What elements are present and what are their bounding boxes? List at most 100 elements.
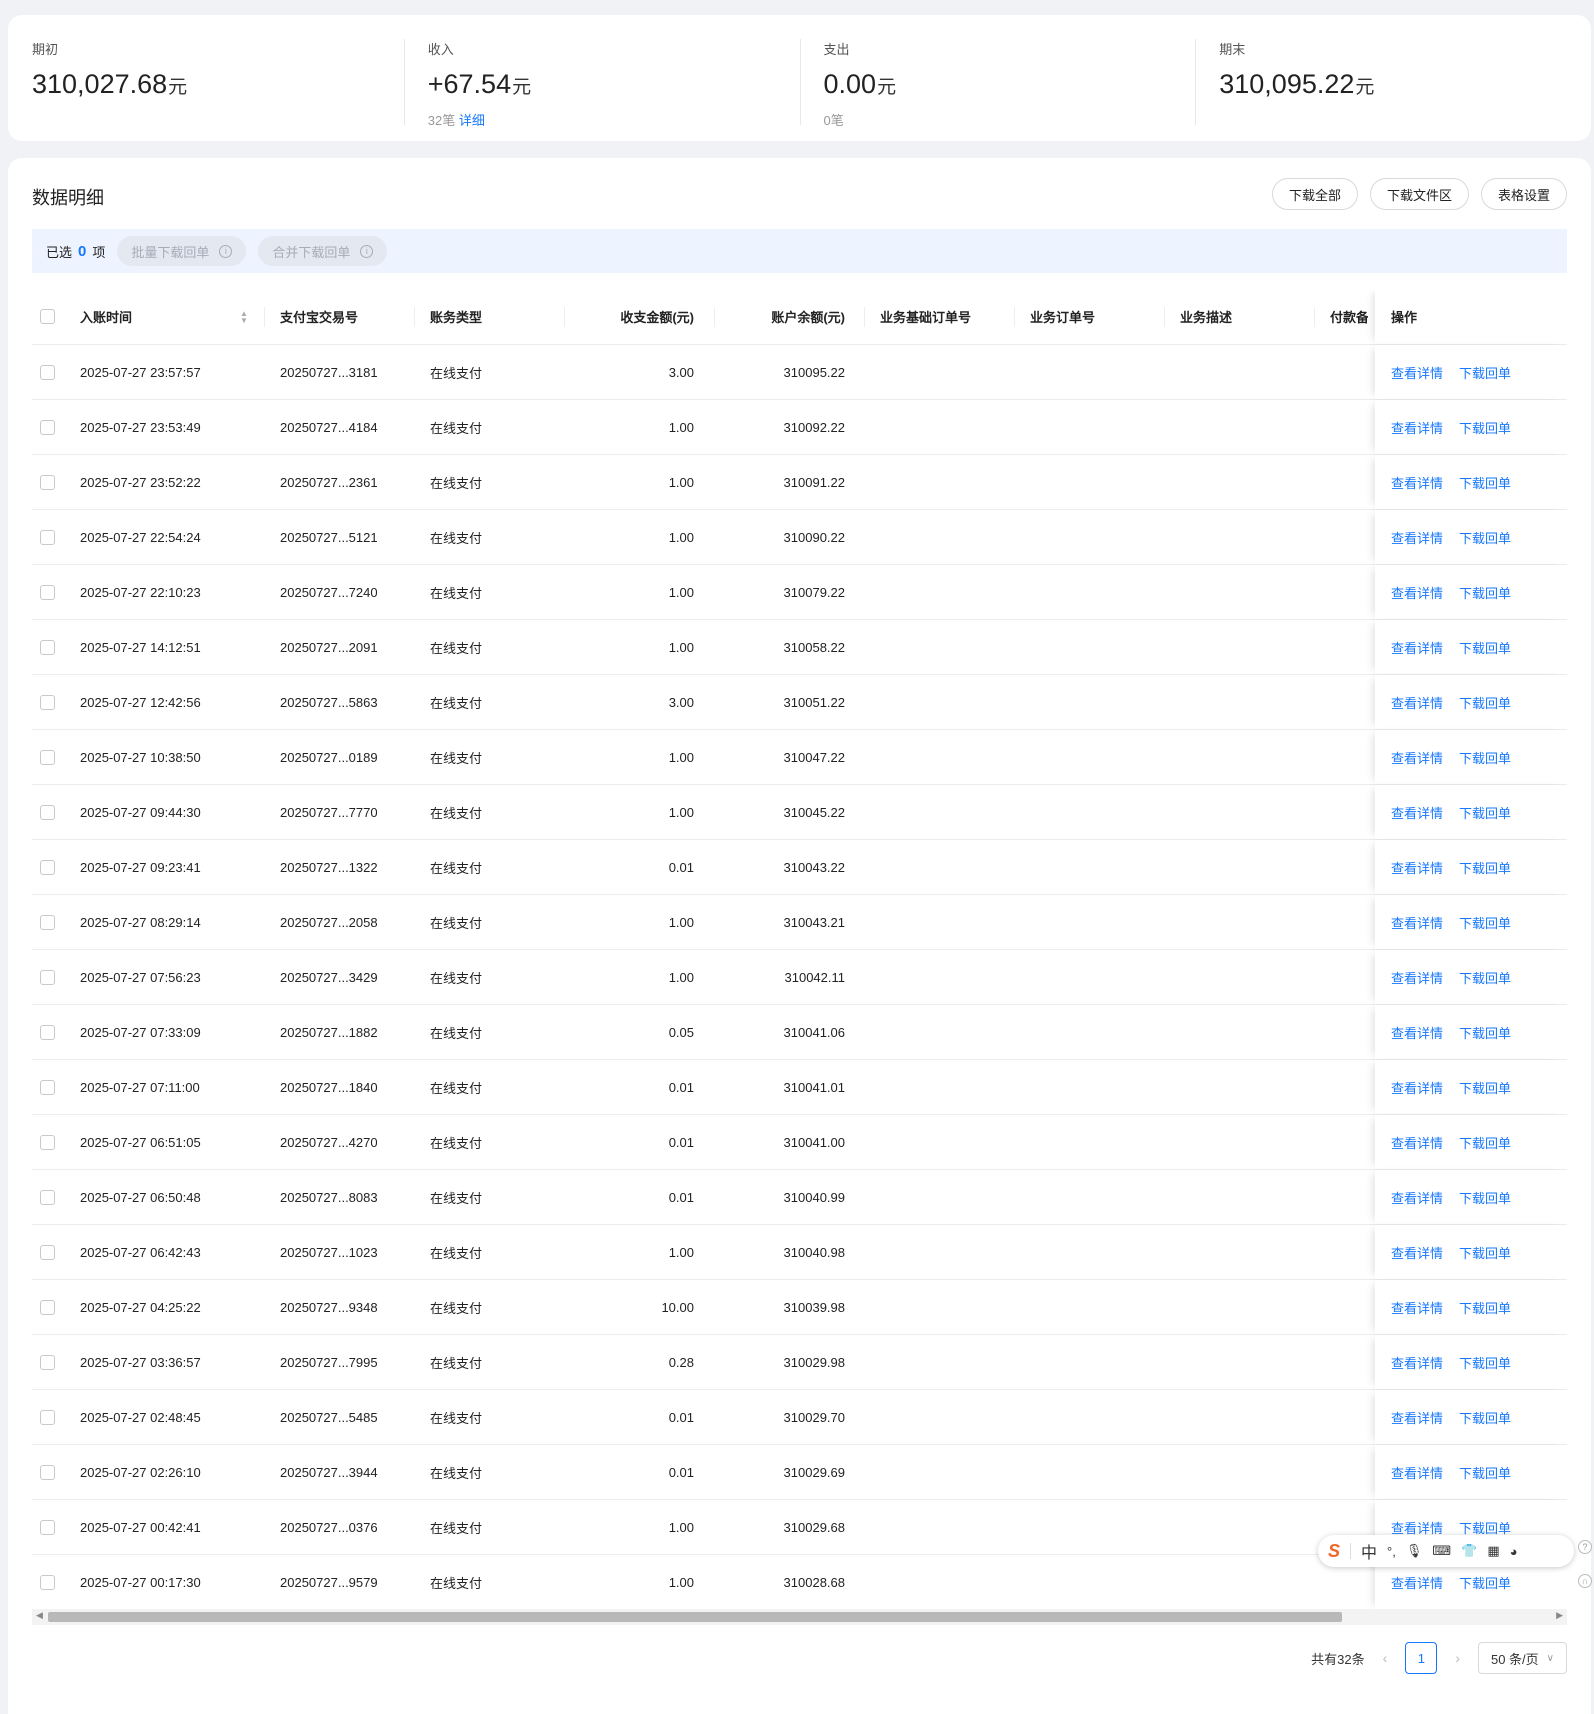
info-icon[interactable]: i — [219, 244, 233, 258]
download-receipt-link[interactable]: 下载回单 — [1459, 1023, 1511, 1042]
view-detail-link[interactable]: 查看详情 — [1391, 1518, 1443, 1537]
view-detail-link[interactable]: 查看详情 — [1391, 638, 1443, 657]
headset-icon[interactable]: ∩ — [1578, 1574, 1592, 1588]
horizontal-scrollbar[interactable]: ◀ ▶ — [32, 1609, 1567, 1625]
view-detail-link[interactable]: 查看详情 — [1391, 1408, 1443, 1427]
download-receipt-link[interactable]: 下载回单 — [1459, 473, 1511, 492]
help-icon[interactable]: ? — [1578, 1540, 1592, 1554]
download-receipt-link[interactable]: 下载回单 — [1459, 1243, 1511, 1262]
merge-download-button[interactable]: 合并下载回单 i — [258, 236, 388, 266]
page-size-select[interactable]: 50 条/页 ∨ — [1477, 1642, 1567, 1674]
row-checkbox[interactable] — [40, 969, 55, 985]
download-receipt-link[interactable]: 下载回单 — [1459, 913, 1511, 932]
download-center-button[interactable]: 下载文件区 — [1369, 178, 1469, 210]
ime-mode-toggle[interactable]: 中 — [1361, 1539, 1377, 1563]
row-checkbox[interactable] — [40, 364, 55, 380]
download-receipt-link[interactable]: 下载回单 — [1459, 968, 1511, 987]
sort-icon[interactable]: ▲ ▼ — [240, 310, 248, 325]
view-detail-link[interactable]: 查看详情 — [1391, 1353, 1443, 1372]
scroll-thumb[interactable] — [48, 1612, 1342, 1622]
view-detail-link[interactable]: 查看详情 — [1391, 1573, 1443, 1592]
column-divider[interactable] — [1314, 307, 1315, 327]
row-checkbox[interactable] — [40, 419, 55, 435]
download-receipt-link[interactable]: 下载回单 — [1459, 858, 1511, 877]
view-detail-link[interactable]: 查看详情 — [1391, 1298, 1443, 1317]
download-receipt-link[interactable]: 下载回单 — [1459, 1133, 1511, 1152]
download-receipt-link[interactable]: 下载回单 — [1459, 1408, 1511, 1427]
row-checkbox[interactable] — [40, 1574, 55, 1590]
row-checkbox[interactable] — [40, 1134, 55, 1150]
row-checkbox[interactable] — [40, 639, 55, 655]
row-checkbox[interactable] — [40, 1024, 55, 1040]
view-detail-link[interactable]: 查看详情 — [1391, 473, 1443, 492]
view-detail-link[interactable]: 查看详情 — [1391, 913, 1443, 932]
view-detail-link[interactable]: 查看详情 — [1391, 363, 1443, 382]
microphone-icon[interactable]: 🎙 — [1406, 1543, 1423, 1559]
view-detail-link[interactable]: 查看详情 — [1391, 693, 1443, 712]
download-receipt-link[interactable]: 下载回单 — [1459, 528, 1511, 547]
download-receipt-link[interactable]: 下载回单 — [1459, 638, 1511, 657]
view-detail-link[interactable]: 查看详情 — [1391, 1078, 1443, 1097]
download-receipt-link[interactable]: 下载回单 — [1459, 1078, 1511, 1097]
view-detail-link[interactable]: 查看详情 — [1391, 583, 1443, 602]
punctuation-icon[interactable]: °, — [1387, 1544, 1396, 1559]
view-detail-link[interactable]: 查看详情 — [1391, 803, 1443, 822]
download-receipt-link[interactable]: 下载回单 — [1459, 583, 1511, 602]
row-checkbox[interactable] — [40, 859, 55, 875]
grid-icon[interactable]: ▦ — [1487, 1543, 1499, 1559]
view-detail-link[interactable]: 查看详情 — [1391, 1243, 1443, 1262]
column-divider[interactable] — [264, 307, 265, 327]
column-divider[interactable] — [1014, 307, 1015, 327]
info-icon[interactable]: i — [360, 244, 374, 258]
page-1-button[interactable]: 1 — [1405, 1642, 1438, 1674]
row-checkbox[interactable] — [40, 749, 55, 765]
download-receipt-link[interactable]: 下载回单 — [1459, 1298, 1511, 1317]
row-checkbox[interactable] — [40, 914, 55, 930]
view-detail-link[interactable]: 查看详情 — [1391, 968, 1443, 987]
view-detail-link[interactable]: 查看详情 — [1391, 418, 1443, 437]
view-detail-link[interactable]: 查看详情 — [1391, 1463, 1443, 1482]
download-receipt-link[interactable]: 下载回单 — [1459, 803, 1511, 822]
download-receipt-link[interactable]: 下载回单 — [1459, 1518, 1511, 1537]
download-receipt-link[interactable]: 下载回单 — [1459, 693, 1511, 712]
mascot-icon[interactable]: ◕ — [1510, 1544, 1518, 1559]
view-detail-link[interactable]: 查看详情 — [1391, 1188, 1443, 1207]
row-checkbox[interactable] — [40, 1464, 55, 1480]
row-checkbox[interactable] — [40, 474, 55, 490]
row-checkbox[interactable] — [40, 1299, 55, 1315]
row-checkbox[interactable] — [40, 804, 55, 820]
download-receipt-link[interactable]: 下载回单 — [1459, 418, 1511, 437]
row-checkbox[interactable] — [40, 694, 55, 710]
next-page-icon[interactable]: › — [1455, 1650, 1460, 1666]
column-divider[interactable] — [1164, 307, 1165, 327]
row-checkbox[interactable] — [40, 1354, 55, 1370]
view-detail-link[interactable]: 查看详情 — [1391, 1023, 1443, 1042]
skin-icon[interactable]: 👕 — [1461, 1543, 1477, 1559]
row-checkbox[interactable] — [40, 1409, 55, 1425]
income-detail-link[interactable]: 详细 — [459, 113, 485, 128]
column-divider[interactable] — [414, 307, 415, 327]
prev-page-icon[interactable]: ‹ — [1383, 1650, 1388, 1666]
column-divider[interactable] — [864, 307, 865, 327]
download-receipt-link[interactable]: 下载回单 — [1459, 363, 1511, 382]
header-time[interactable]: 入账时间 — [80, 289, 132, 344]
view-detail-link[interactable]: 查看详情 — [1391, 528, 1443, 547]
download-all-button[interactable]: 下载全部 — [1271, 178, 1358, 210]
row-checkbox[interactable] — [40, 1189, 55, 1205]
row-checkbox[interactable] — [40, 1244, 55, 1260]
row-checkbox[interactable] — [40, 529, 55, 545]
table-settings-button[interactable]: 表格设置 — [1480, 178, 1567, 210]
download-receipt-link[interactable]: 下载回单 — [1459, 748, 1511, 767]
scroll-right-icon[interactable]: ▶ — [1556, 1610, 1563, 1621]
select-all-checkbox[interactable] — [40, 309, 55, 324]
row-checkbox[interactable] — [40, 1079, 55, 1095]
scroll-left-icon[interactable]: ◀ — [36, 1610, 43, 1621]
row-checkbox[interactable] — [40, 1519, 55, 1535]
view-detail-link[interactable]: 查看详情 — [1391, 748, 1443, 767]
download-receipt-link[interactable]: 下载回单 — [1459, 1573, 1511, 1592]
view-detail-link[interactable]: 查看详情 — [1391, 858, 1443, 877]
download-receipt-link[interactable]: 下载回单 — [1459, 1463, 1511, 1482]
row-checkbox[interactable] — [40, 584, 55, 600]
ime-logo-icon[interactable]: S — [1328, 1541, 1340, 1562]
download-receipt-link[interactable]: 下载回单 — [1459, 1188, 1511, 1207]
